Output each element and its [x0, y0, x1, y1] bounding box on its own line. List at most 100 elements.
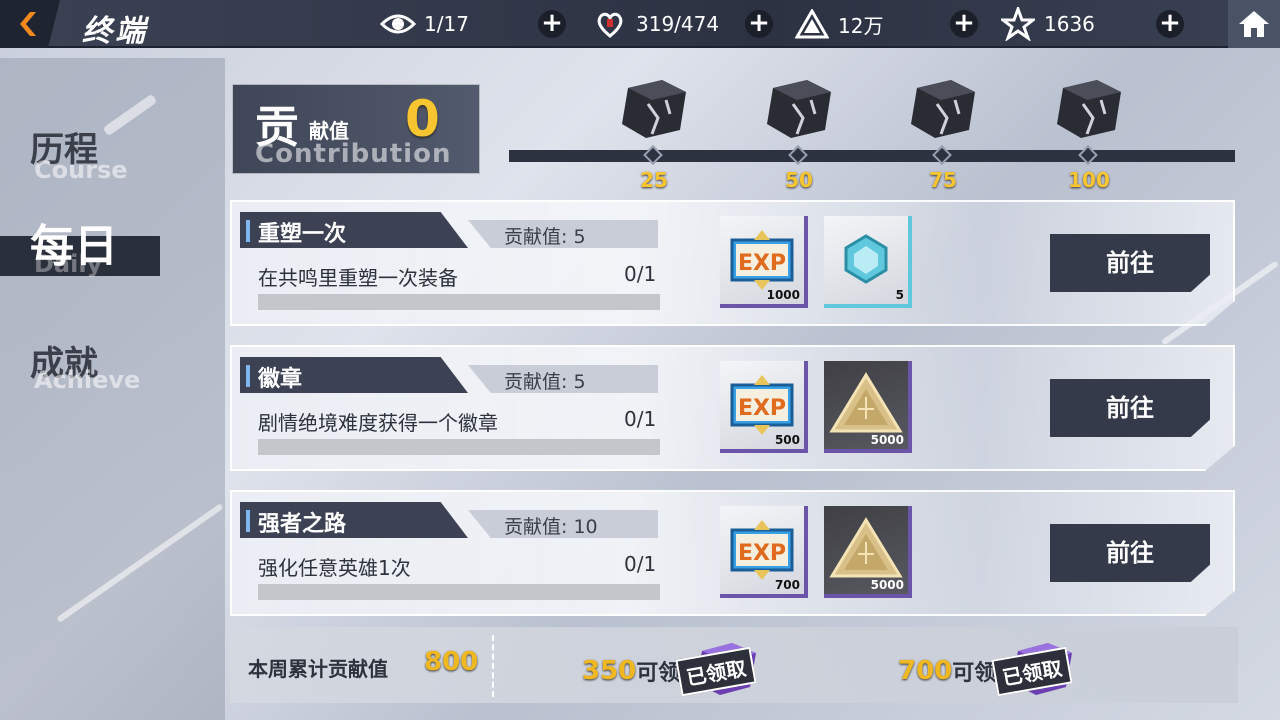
weekly-contribution-bar: 本周累计贡献值 800 350 可领 已领取 700 可领 已领取: [230, 627, 1238, 703]
milestone-value: 50: [785, 168, 813, 192]
claim-text: 可领: [636, 661, 681, 686]
weekly-label: 本周累计贡献值: [248, 657, 388, 681]
reward-qty: 1000: [766, 288, 800, 302]
exp-card-icon: EXP: [730, 520, 794, 580]
reward-qty: 5000: [870, 433, 904, 447]
star-icon: [1000, 6, 1036, 42]
chest-icon: [767, 80, 831, 138]
add-hearts-button[interactable]: +: [745, 10, 773, 38]
task-description: 剧情绝境难度获得一个徽章: [258, 411, 498, 435]
reward-box: 已领取: [675, 641, 762, 701]
divider: [492, 635, 494, 697]
add-stars-button[interactable]: +: [1156, 10, 1184, 38]
nav-label-en: Achieve: [34, 366, 141, 394]
home-icon: [1239, 11, 1269, 37]
nav-item-course[interactable]: 历程 Course: [0, 122, 160, 184]
task-title-bar: 强者之路: [240, 502, 468, 538]
triangle-coin-icon: [829, 372, 903, 433]
reward-qty: 5: [895, 288, 904, 302]
task-card: 强者之路 贡献值: 10 强化任意英雄1次 0/1 EXP 700 5000 前…: [230, 490, 1235, 616]
task-progress-count: 0/1: [624, 262, 657, 286]
nav-item-achieve[interactable]: 成就 Achieve: [0, 336, 160, 396]
back-arrow-icon: [20, 12, 36, 36]
reward-item[interactable]: 5000: [824, 361, 912, 453]
page-title: 终端: [82, 14, 148, 49]
task-progress-count: 0/1: [624, 407, 657, 431]
svg-text:EXP: EXP: [738, 396, 786, 421]
title-accent: [246, 220, 250, 242]
reward-qty: 5000: [870, 578, 904, 592]
task-name: 重塑一次: [258, 222, 347, 247]
task-contribution-tag: 贡献值: 5: [468, 365, 658, 393]
milestone-value: 25: [640, 168, 668, 192]
contribution-value: 0: [405, 90, 440, 148]
milestone-value: 75: [929, 168, 957, 192]
chest-icon: [622, 80, 686, 138]
task-name: 强者之路: [258, 512, 347, 537]
task-title-bar: 徽章: [240, 357, 468, 393]
task-contribution-tag: 贡献值: 10: [468, 510, 658, 538]
chest-icon: [911, 80, 975, 138]
reward-qty: 700: [774, 578, 800, 592]
reward-box: 已领取: [991, 641, 1078, 701]
task-card: 徽章 贡献值: 5 剧情绝境难度获得一个徽章 0/1 EXP 500 5000 …: [230, 345, 1235, 471]
claim-threshold: 700: [898, 656, 953, 686]
hearts-counter: 319/474: [592, 0, 719, 48]
go-button[interactable]: 前往: [1050, 524, 1210, 582]
task-name: 徽章: [258, 367, 303, 392]
reward-item[interactable]: 5: [824, 216, 912, 308]
go-button[interactable]: 前往: [1050, 234, 1210, 292]
weekly-value: 800: [424, 647, 479, 677]
reward-qty: 500: [774, 433, 800, 447]
home-button[interactable]: [1228, 0, 1280, 48]
svg-text:EXP: EXP: [738, 251, 786, 276]
chest-icon: [1057, 80, 1121, 138]
back-button[interactable]: [0, 0, 60, 48]
crystal-hexagon-icon: [844, 234, 888, 284]
weekly-claim[interactable]: 350 可领 已领取: [582, 641, 762, 701]
reward-item[interactable]: EXP 500: [720, 361, 808, 453]
hearts-value: 319/474: [636, 12, 720, 36]
nav-item-daily[interactable]: 每日 Daily: [0, 221, 160, 278]
task-progress-bar: [258, 584, 660, 600]
weekly-claim[interactable]: 700 可领 已领取: [898, 641, 1078, 701]
svg-text:EXP: EXP: [738, 541, 786, 566]
milestone-chest[interactable]: 50: [759, 78, 839, 192]
add-coins-button[interactable]: +: [950, 10, 978, 38]
task-progress-count: 0/1: [624, 552, 657, 576]
milestone-chest[interactable]: 75: [903, 78, 983, 192]
top-bar: 终端 1/17 + 319/474 + 12万 + 1636 +: [0, 0, 1280, 49]
triangle-coin-icon: [794, 6, 830, 42]
contribution-progress-bar: [509, 150, 1235, 162]
task-description: 强化任意英雄1次: [258, 556, 411, 580]
reward-item[interactable]: 5000: [824, 506, 912, 598]
task-description: 在共鸣里重塑一次装备: [258, 266, 458, 290]
exp-card-icon: EXP: [730, 230, 794, 290]
stars-counter: 1636: [1000, 0, 1095, 48]
nav-label-en: Course: [34, 156, 128, 184]
milestone-value: 100: [1068, 168, 1110, 192]
reward-item[interactable]: EXP 700: [720, 506, 808, 598]
stamina-value: 1/17: [424, 12, 469, 36]
title-accent: [246, 365, 250, 387]
milestone-chest[interactable]: 25: [614, 78, 694, 192]
task-progress-bar: [258, 439, 660, 455]
stars-value: 1636: [1044, 12, 1095, 36]
exp-card-icon: EXP: [730, 375, 794, 435]
triangle-coin-icon: [829, 517, 903, 578]
milestone-chest[interactable]: 100: [1049, 78, 1129, 192]
coins-value: 12万: [838, 13, 884, 38]
title-accent: [246, 510, 250, 532]
heart-icon: [592, 6, 628, 42]
reward-item[interactable]: EXP 1000: [720, 216, 808, 308]
task-card: 重塑一次 贡献值: 5 在共鸣里重塑一次装备 0/1 EXP 1000 5 前往: [230, 200, 1235, 326]
claim-text: 可领: [952, 661, 997, 686]
stamina-counter: 1/17: [380, 0, 469, 48]
task-contribution-label: 贡献值: 5: [504, 226, 586, 248]
contribution-header: 贡 献值 Contribution: [232, 84, 480, 174]
nav-label-en: Daily: [34, 250, 103, 278]
claim-threshold: 350: [582, 656, 637, 686]
task-title-bar: 重塑一次: [240, 212, 468, 248]
go-button[interactable]: 前往: [1050, 379, 1210, 437]
add-stamina-button[interactable]: +: [538, 10, 566, 38]
